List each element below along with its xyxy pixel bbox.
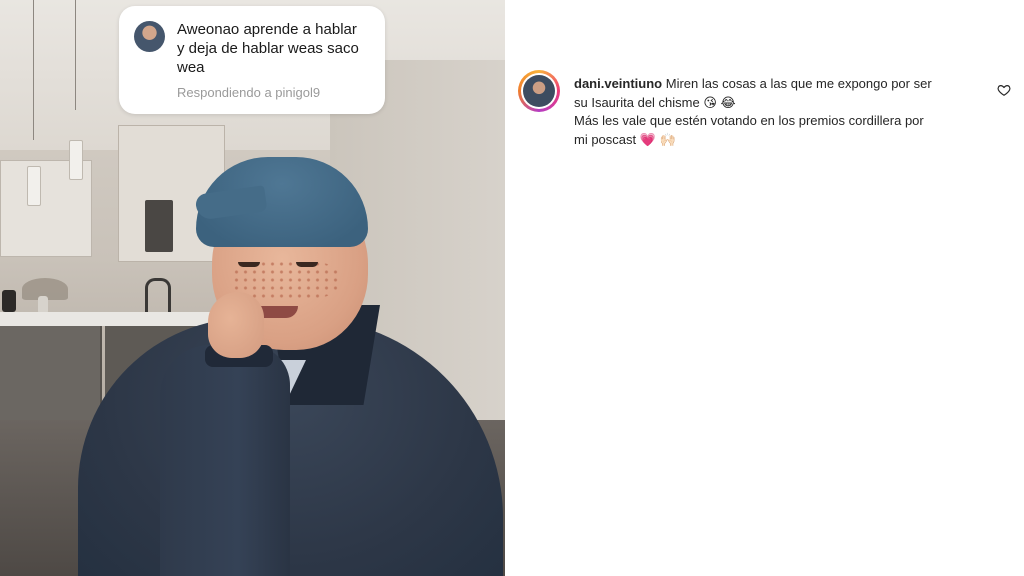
avatar-border (521, 73, 557, 109)
heart-outline-icon[interactable] (997, 83, 1011, 97)
pendant-lamp (69, 140, 83, 180)
person-eye (238, 262, 260, 267)
reply-subtext: Respondiendo a pinigol9 (177, 85, 321, 100)
video-background-lower-cabinet (0, 326, 102, 421)
person-hand (208, 292, 264, 358)
reply-comment-text: Aweonao aprende a hablar y deja de habla… (177, 21, 359, 76)
pendant-lamp (27, 166, 41, 206)
comment-username[interactable]: dani.veintiuno (574, 76, 662, 91)
caption-comment: dani.veintiuno Miren las cosas a las que… (574, 75, 974, 149)
video-background-microwave (145, 200, 173, 252)
video-background-kettle (2, 290, 16, 312)
comment-text-line: su Isaurita del chisme 😘 😂 (574, 94, 736, 110)
lamp-cord (33, 0, 34, 140)
video-player[interactable]: Aweonao aprende a hablar y deja de habla… (0, 0, 505, 576)
video-background-counter (0, 312, 215, 326)
comments-panel: dani.veintiuno Miren las cosas a las que… (505, 0, 1024, 576)
person-sleeve (160, 345, 290, 576)
avatar (523, 75, 555, 107)
story-ring[interactable] (518, 70, 560, 112)
person-eye (296, 262, 318, 267)
comment-text-line: Más les vale que estén votando en los pr… (574, 113, 924, 129)
reply-comment-sticker[interactable]: Aweonao aprende a hablar y deja de habla… (119, 6, 385, 114)
comment-text-line: mi poscast 💗 🙌🏻 (574, 131, 676, 147)
comment-text-line: Miren las cosas a las que me expongo por… (665, 76, 932, 91)
reply-avatar (134, 21, 165, 52)
lamp-cord (75, 0, 76, 110)
